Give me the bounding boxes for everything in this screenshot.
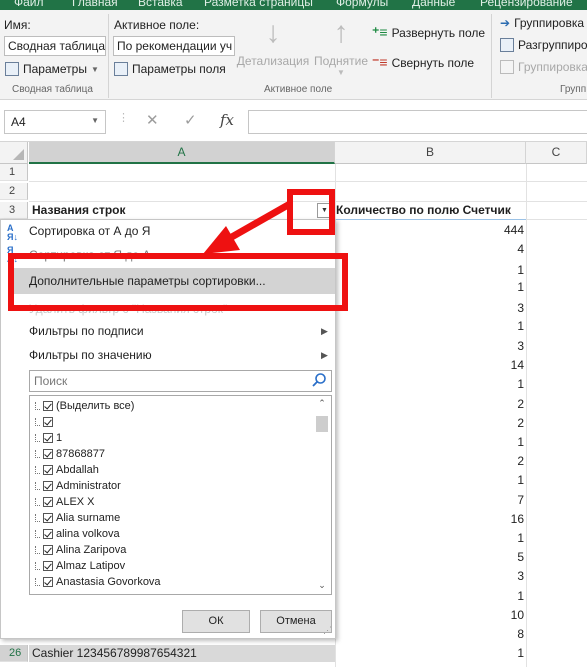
annotation-arrow	[203, 201, 292, 254]
